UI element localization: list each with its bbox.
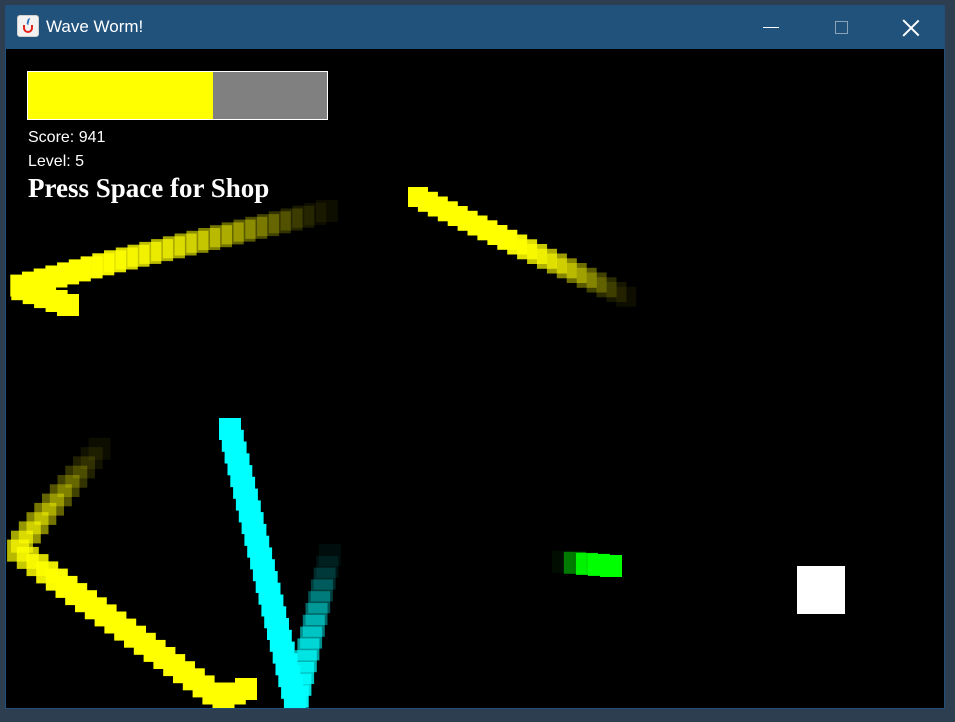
minimize-button[interactable] bbox=[736, 6, 806, 49]
enemy-worm-2 bbox=[408, 187, 637, 307]
java-cup-icon bbox=[17, 15, 39, 37]
game-window: Wave Worm! Score: 941 Level: 5 Press Spa… bbox=[5, 5, 945, 709]
green-worm-segment bbox=[551, 550, 574, 573]
health-bar-fill bbox=[28, 72, 214, 119]
green-worm bbox=[551, 550, 622, 577]
shop-hint-text: Press Space for Shop bbox=[28, 173, 270, 203]
window-title: Wave Worm! bbox=[46, 17, 144, 36]
player-worm bbox=[219, 418, 341, 708]
enemy-worm-3 bbox=[7, 437, 257, 708]
enemy-worm-1-segment bbox=[315, 200, 338, 223]
maximize-button[interactable] bbox=[806, 6, 876, 49]
game-scene bbox=[7, 187, 845, 708]
maximize-icon bbox=[834, 21, 848, 34]
health-bar bbox=[27, 71, 328, 120]
enemy-worm-3-segment bbox=[88, 437, 111, 460]
score-text: Score: 941 bbox=[28, 129, 106, 146]
enemy-worm-1 bbox=[10, 200, 338, 316]
player-worm-segment bbox=[318, 544, 341, 566]
enemy-worm-2-segment bbox=[616, 286, 637, 307]
title-bar[interactable]: Wave Worm! bbox=[6, 6, 944, 49]
minimize-icon bbox=[763, 27, 779, 28]
close-button[interactable] bbox=[876, 6, 944, 49]
pickup-square bbox=[797, 566, 845, 614]
game-canvas[interactable]: Score: 941 Level: 5 Press Space for Shop bbox=[6, 49, 944, 708]
level-text: Level: 5 bbox=[28, 153, 85, 170]
close-icon bbox=[902, 19, 920, 37]
